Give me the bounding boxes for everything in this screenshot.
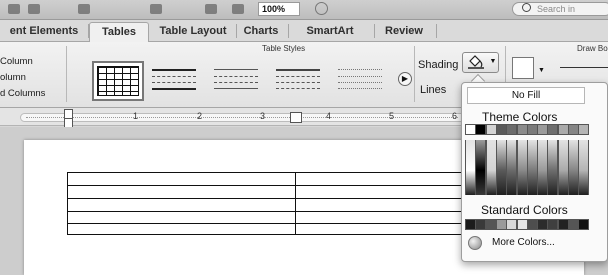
ruler-number: 6	[452, 111, 458, 121]
ruler-number: 3	[260, 111, 266, 121]
border-style-box[interactable]	[512, 57, 534, 79]
last-column-option[interactable]: olumn	[0, 72, 26, 83]
column-marker-icon[interactable]	[290, 112, 302, 123]
ruler-number: 2	[197, 111, 203, 121]
tab-table-layout[interactable]: Table Layout	[152, 22, 234, 41]
ribbon-separator	[66, 46, 67, 102]
toolbar-icon[interactable]	[78, 4, 90, 14]
table-style-thumbnail[interactable]	[336, 61, 384, 97]
table-row-border	[68, 198, 484, 199]
ruler-number: 1	[133, 111, 139, 121]
zoom-field[interactable]: 100%	[258, 2, 300, 16]
search-icon	[522, 3, 531, 12]
standard-colors-heading: Standard Colors	[481, 203, 568, 217]
header-column-option[interactable]: Column	[0, 56, 33, 67]
table-style-thumbnail[interactable]	[212, 61, 260, 97]
standard-color-swatch[interactable]	[578, 219, 590, 230]
toolbar-icon[interactable]	[8, 4, 20, 14]
table-style-thumbnail[interactable]	[150, 61, 198, 97]
document-table[interactable]	[67, 172, 485, 235]
ruler-number: 5	[389, 111, 395, 121]
tab-tables[interactable]: Tables	[89, 22, 149, 42]
tab-charts[interactable]: Charts	[238, 22, 284, 41]
ribbon-separator	[414, 46, 415, 102]
chevron-down-icon[interactable]: ▼	[489, 57, 497, 67]
table-row-border	[68, 223, 484, 224]
more-colors-button[interactable]: More Colors...	[492, 237, 555, 248]
table-row-border	[68, 211, 484, 212]
shading-label: Shading	[418, 59, 459, 71]
color-wheel-icon[interactable]	[468, 236, 482, 250]
theme-color-shades[interactable]	[578, 140, 590, 195]
table-row-border	[68, 185, 484, 186]
table-column-border	[295, 173, 296, 234]
toolbar-icon[interactable]	[150, 4, 162, 14]
more-styles-arrow-icon[interactable]: ▶	[398, 72, 412, 86]
help-icon[interactable]	[315, 2, 328, 15]
no-fill-button[interactable]: No Fill	[467, 87, 585, 104]
tab-document-elements[interactable]: ent Elements	[0, 22, 88, 41]
table-style-thumbnail[interactable]	[92, 61, 144, 101]
ribbon-tabs: ent Elements Tables Table Layout Charts …	[0, 20, 608, 42]
toolbar-icon[interactable]	[205, 4, 217, 14]
banded-columns-option[interactable]: d Columns	[0, 88, 45, 99]
table-styles-group-label: Table Styles	[262, 44, 306, 53]
theme-colors-heading: Theme Colors	[482, 110, 558, 124]
ruler-number: 4	[326, 111, 332, 121]
lines-label: Lines	[420, 84, 447, 96]
chevron-down-icon[interactable]: ▼	[538, 67, 545, 74]
tab-smartart[interactable]: SmartArt	[290, 22, 370, 41]
paint-bucket-icon	[468, 55, 484, 69]
line-style-preview[interactable]	[560, 67, 608, 68]
table-style-thumbnail[interactable]	[274, 61, 322, 97]
tab-review[interactable]: Review	[378, 22, 430, 41]
toolbar-icon[interactable]	[28, 4, 40, 14]
draw-borders-group-label: Draw Bo	[577, 44, 608, 53]
toolbar-icon[interactable]	[232, 4, 244, 14]
theme-color-swatch[interactable]	[578, 124, 590, 135]
